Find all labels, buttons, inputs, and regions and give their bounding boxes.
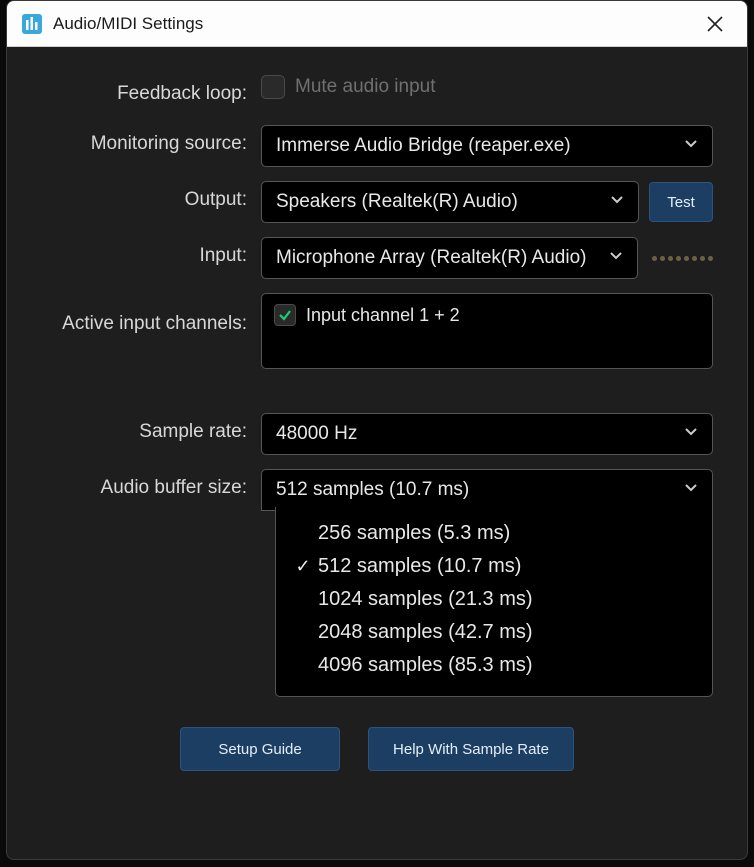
chevron-down-icon <box>607 246 625 270</box>
buffer-size-dropdown: 256 samples (5.3 ms) ✓ 512 samples (10.7… <box>275 507 713 697</box>
output-value: Speakers (Realtek(R) Audio) <box>276 191 624 213</box>
buffer-option[interactable]: 4096 samples (85.3 ms) <box>276 649 712 682</box>
test-output-button[interactable]: Test <box>649 182 713 222</box>
mute-audio-label: Mute audio input <box>295 76 436 98</box>
window-title: Audio/MIDI Settings <box>53 14 697 34</box>
input-level-meter <box>648 256 713 261</box>
buffer-option[interactable]: ✓ 512 samples (10.7 ms) <box>276 550 712 583</box>
buffer-option-label: 512 samples (10.7 ms) <box>318 555 694 578</box>
titlebar: Audio/MIDI Settings <box>7 1 747 47</box>
buffer-size-dropdown-panel: 256 samples (5.3 ms) ✓ 512 samples (10.7… <box>275 507 713 697</box>
settings-window: Audio/MIDI Settings Feedback loop: Mute … <box>6 0 748 860</box>
setup-guide-button[interactable]: Setup Guide <box>180 727 340 771</box>
input-select[interactable]: Microphone Array (Realtek(R) Audio) <box>261 237 638 279</box>
channel-1-2-checkbox[interactable] <box>274 304 296 326</box>
label-feedback-loop: Feedback loop: <box>41 75 261 105</box>
chevron-down-icon <box>608 190 626 214</box>
row-active-channels: Active input channels: Input channel 1 +… <box>41 293 713 369</box>
row-buffer-size: Audio buffer size: 512 samples (10.7 ms) <box>41 469 713 511</box>
buffer-option[interactable]: 256 samples (5.3 ms) <box>276 517 712 550</box>
chevron-down-icon <box>682 134 700 158</box>
close-button[interactable] <box>697 6 733 42</box>
settings-content: Feedback loop: Mute audio input Monitori… <box>7 47 747 727</box>
monitoring-source-select[interactable]: Immerse Audio Bridge (reaper.exe) <box>261 125 713 167</box>
channel-1-2-label: Input channel 1 + 2 <box>306 305 460 326</box>
buffer-option-label: 4096 samples (85.3 ms) <box>318 654 694 677</box>
help-sample-rate-button[interactable]: Help With Sample Rate <box>368 727 574 771</box>
buffer-option[interactable]: 1024 samples (21.3 ms) <box>276 583 712 616</box>
label-output: Output: <box>41 181 261 211</box>
buffer-option-label: 1024 samples (21.3 ms) <box>318 588 694 611</box>
buffer-option-label: 256 samples (5.3 ms) <box>318 522 694 545</box>
mute-audio-checkbox[interactable] <box>261 75 285 99</box>
sample-rate-select[interactable]: 48000 Hz <box>261 413 713 455</box>
chevron-down-icon <box>682 478 700 502</box>
label-input: Input: <box>41 237 261 267</box>
footer-buttons: Setup Guide Help With Sample Rate <box>7 727 747 771</box>
check-mark: ✓ <box>294 556 312 577</box>
label-buffer-size: Audio buffer size: <box>41 469 261 499</box>
close-icon <box>707 16 723 32</box>
buffer-size-value: 512 samples (10.7 ms) <box>276 479 698 501</box>
row-sample-rate: Sample rate: 48000 Hz <box>41 413 713 455</box>
buffer-size-select[interactable]: 512 samples (10.7 ms) <box>261 469 713 511</box>
row-input: Input: Microphone Array (Realtek(R) Audi… <box>41 237 713 279</box>
row-feedback-loop: Feedback loop: Mute audio input <box>41 75 713 105</box>
sample-rate-value: 48000 Hz <box>276 423 698 445</box>
output-select[interactable]: Speakers (Realtek(R) Audio) <box>261 181 639 223</box>
check-icon <box>278 308 292 322</box>
input-value: Microphone Array (Realtek(R) Audio) <box>276 247 623 269</box>
label-active-channels: Active input channels: <box>41 293 261 335</box>
active-channels-box: Input channel 1 + 2 <box>261 293 713 369</box>
chevron-down-icon <box>682 422 700 446</box>
row-output: Output: Speakers (Realtek(R) Audio) Test <box>41 181 713 223</box>
monitoring-source-value: Immerse Audio Bridge (reaper.exe) <box>276 135 698 157</box>
label-sample-rate: Sample rate: <box>41 413 261 443</box>
buffer-option[interactable]: 2048 samples (42.7 ms) <box>276 616 712 649</box>
app-icon <box>21 13 43 35</box>
label-monitoring-source: Monitoring source: <box>41 125 261 155</box>
row-monitoring-source: Monitoring source: Immerse Audio Bridge … <box>41 125 713 167</box>
channel-row: Input channel 1 + 2 <box>274 304 700 326</box>
buffer-option-label: 2048 samples (42.7 ms) <box>318 621 694 644</box>
